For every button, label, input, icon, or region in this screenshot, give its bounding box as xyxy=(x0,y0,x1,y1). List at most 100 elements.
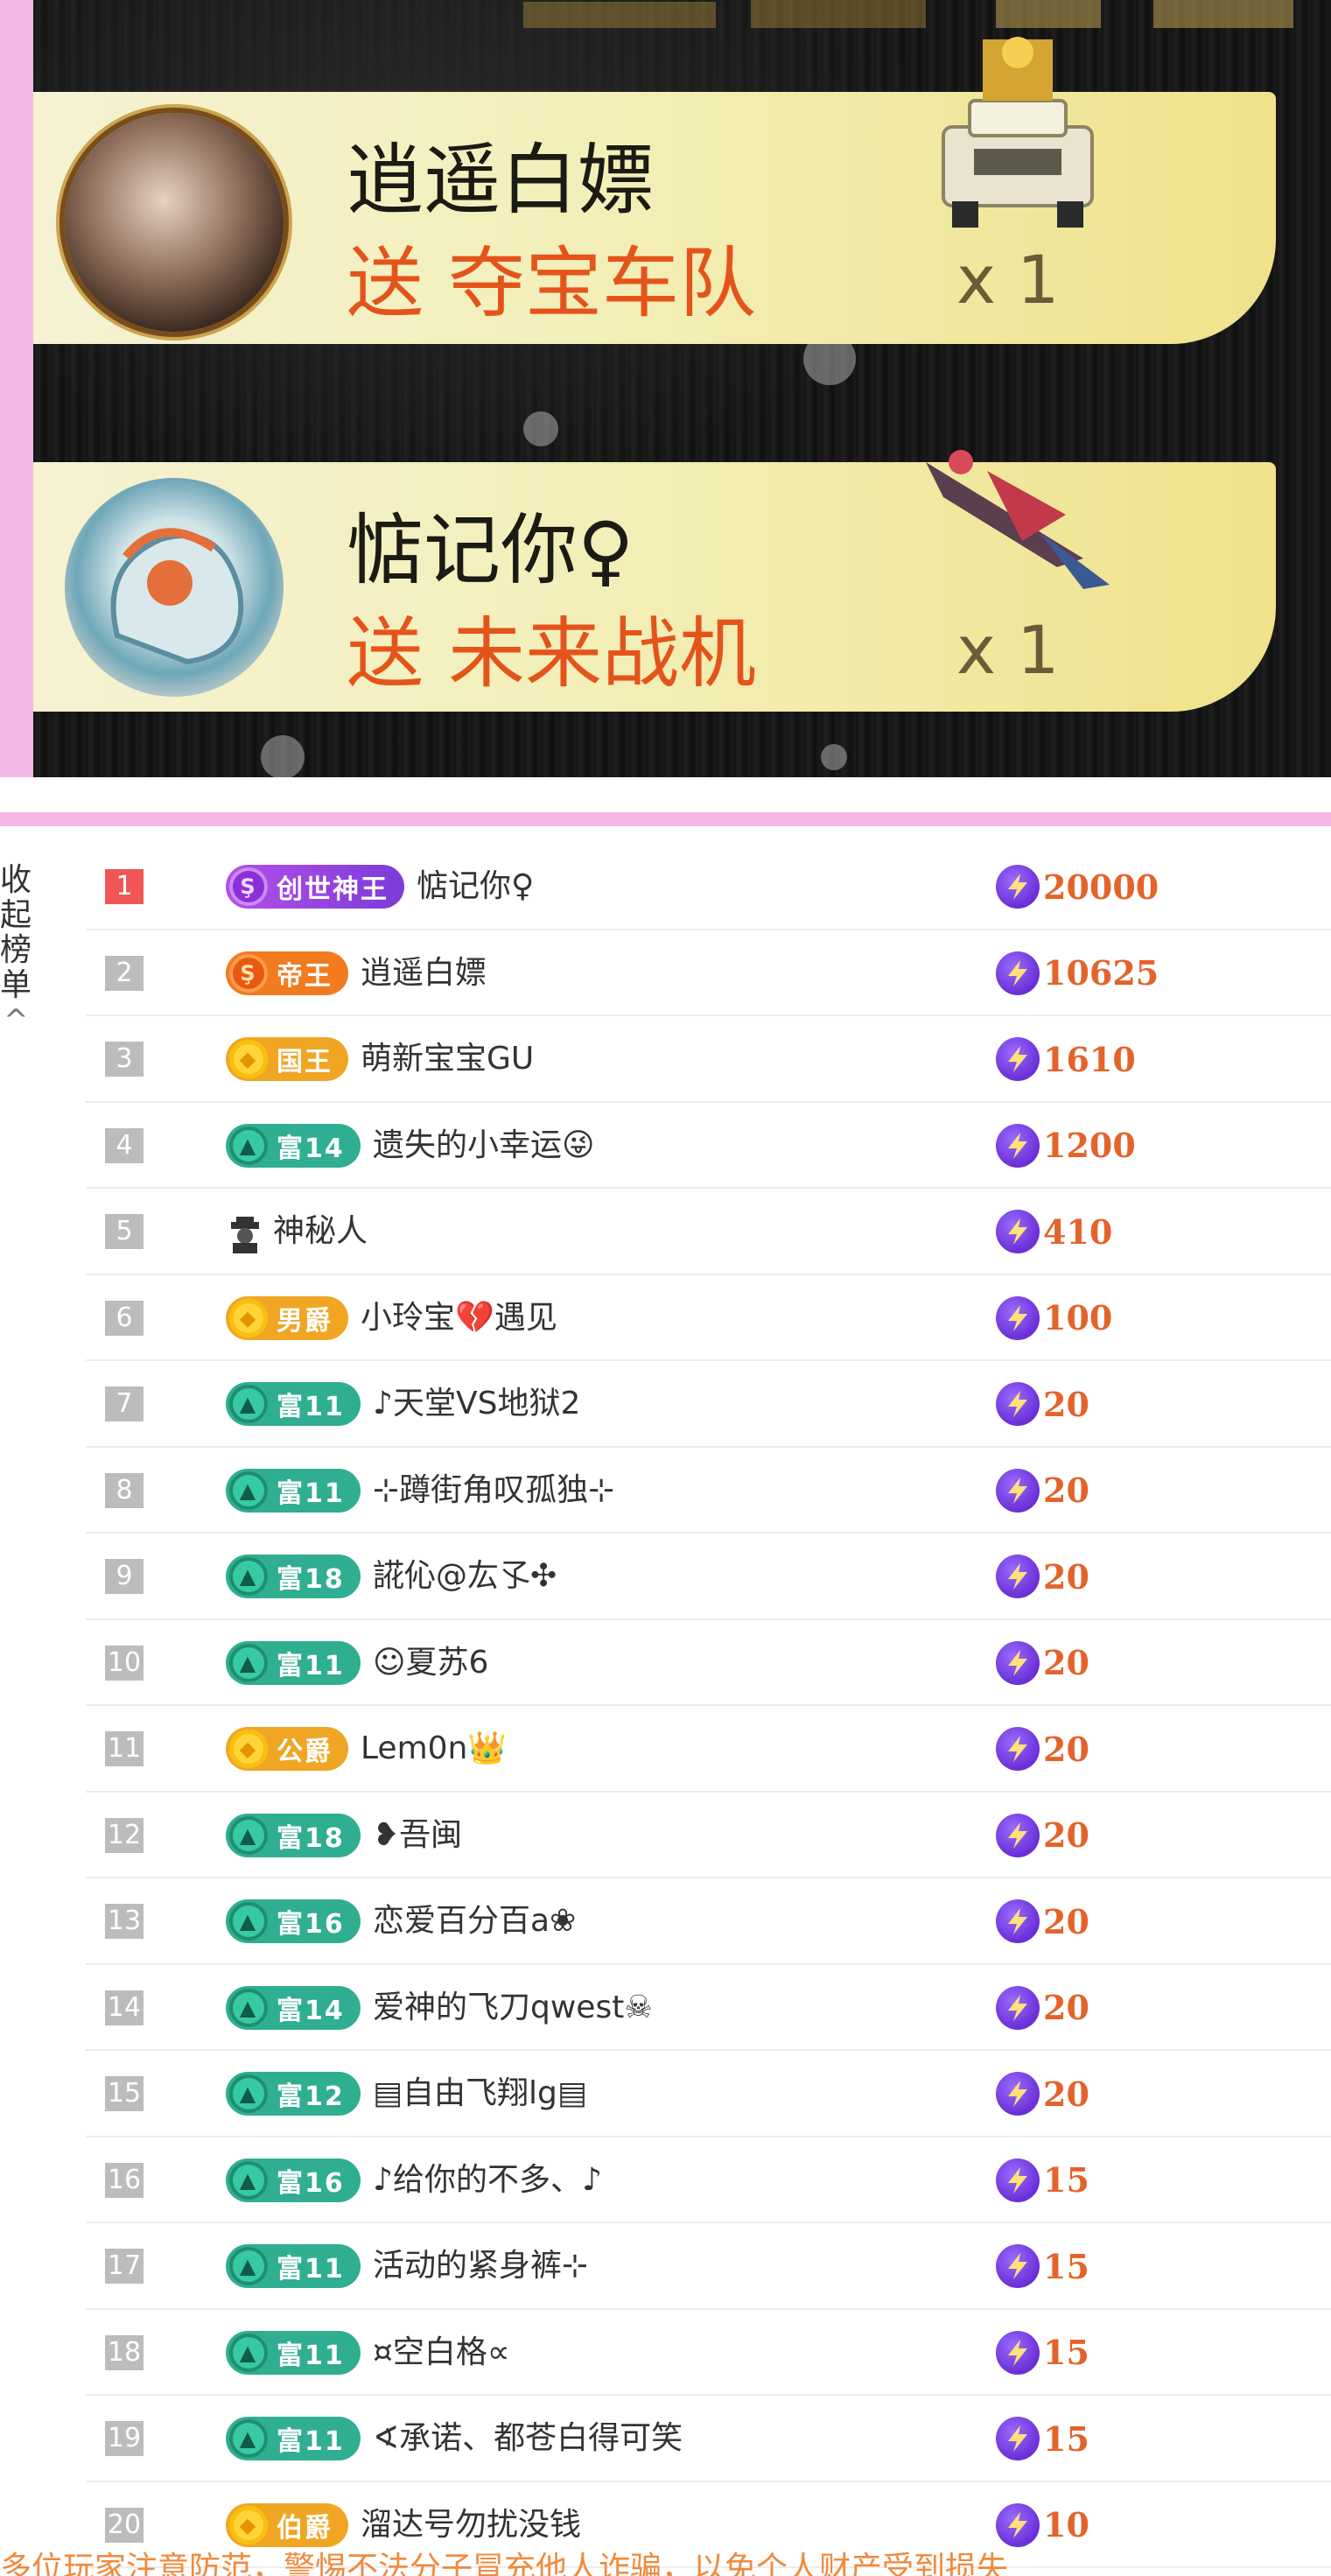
ranking-row[interactable]: 3 ◆ 国王 萌新宝宝GU 1610 xyxy=(86,1016,1331,1103)
ranking-row[interactable]: 12 ▲ 富18 ❥吾闽 20 xyxy=(86,1793,1331,1878)
points-value: 20 xyxy=(1043,2074,1089,2114)
points-value: 1610 xyxy=(1043,1039,1136,1079)
rank-number: 18 xyxy=(105,2334,144,2370)
badge-icon: ▲ xyxy=(229,1815,268,1855)
ranking-row[interactable]: 7 ▲ 富11 ♪天堂VS地狱2 20 xyxy=(86,1361,1331,1448)
divider-bar xyxy=(0,812,1331,826)
rank-number: 12 xyxy=(105,1817,144,1853)
footer-warning: 多位玩家注意防范，警惕不法分子冒充他人诈骗，以免个人财产受到损失 xyxy=(0,2551,1009,2576)
rank-number: 14 xyxy=(105,1990,144,2025)
user-name[interactable]: ☺夏苏6 xyxy=(373,1641,488,1685)
ranking-row[interactable]: 8 ▲ 富11 ⊹蹲街角叹孤独⊹ 20 xyxy=(86,1448,1331,1534)
user-name[interactable]: 誮伈@厷孓✣ xyxy=(373,1555,557,1598)
badge-icon: ▲ xyxy=(229,1988,268,2027)
badge-icon: ▲ xyxy=(229,1643,268,1682)
points-value: 15 xyxy=(1043,2333,1089,2372)
ranking-row[interactable]: 4 ▲ 富14 遗失的小幸运😜 1200 xyxy=(86,1103,1331,1189)
points-value: 20 xyxy=(1043,1470,1089,1510)
badge-icon: ◆ xyxy=(229,1040,268,1078)
points-value: 20 xyxy=(1043,1556,1089,1597)
avatar[interactable] xyxy=(65,113,284,332)
badge-icon: ◆ xyxy=(229,1298,268,1337)
lightning-icon xyxy=(996,2330,1040,2375)
ranking-row[interactable]: 18 ▲ 富11 ¤空白格∝ 15 xyxy=(86,2310,1331,2396)
ranking-row[interactable]: 13 ▲ 富16 恋爱百分百a❀ 20 xyxy=(86,1878,1331,1965)
points: 20 xyxy=(996,1899,1089,1943)
ranking-row[interactable]: 6 ◆ 男爵 小玲宝💔遇见 100 xyxy=(86,1275,1331,1361)
user-name[interactable]: 逍遥白嫖 xyxy=(361,951,487,995)
user-name[interactable]: 恋爱百分百a❀ xyxy=(373,1899,576,1943)
user-name[interactable]: 小玲宝💔遇见 xyxy=(361,1296,557,1340)
ranking-row[interactable]: 1 Ş 创世神王 惦记你♀ 20000 xyxy=(86,844,1331,930)
ranking-row[interactable]: 11 ◆ 公爵 Lem0n👑 20 xyxy=(86,1706,1331,1793)
user-name[interactable]: ∢承诺、都苍白得可笑 xyxy=(373,2417,683,2460)
level-badge: ▲ 富16 xyxy=(226,2158,361,2202)
rank-number: 20 xyxy=(105,2507,144,2543)
points-value: 20 xyxy=(1043,1815,1089,1855)
ranking-row[interactable]: 9 ▲ 富18 誮伈@厷孓✣ 20 xyxy=(86,1534,1331,1620)
user-name[interactable]: 惦记你♀ xyxy=(417,865,534,909)
user-name[interactable]: ⊹蹲街角叹孤独⊹ xyxy=(373,1469,614,1513)
badge-label: 富11 xyxy=(277,1650,345,1681)
ranking-row[interactable]: 10 ▲ 富11 ☺夏苏6 20 xyxy=(86,1620,1331,1706)
gift-count: x 1 xyxy=(956,241,1060,319)
lightning-icon xyxy=(996,1640,1040,1685)
badge-label: 富11 xyxy=(277,2254,345,2285)
rank-number: 8 xyxy=(105,1472,144,1508)
badge-label: 男爵 xyxy=(277,1305,333,1337)
rank-number: 17 xyxy=(105,2249,144,2284)
points: 1610 xyxy=(996,1037,1136,1081)
points: 20 xyxy=(996,1985,1089,2030)
lightning-icon xyxy=(996,1037,1040,1081)
rank-number: 11 xyxy=(105,1731,144,1766)
ranking-row[interactable]: 2 Ş 帝王 逍遥白嫖 10625 xyxy=(86,930,1331,1016)
badge-icon: ▲ xyxy=(229,1385,268,1423)
ranking-row[interactable]: 17 ▲ 富11 活动的紧身裤⊹ 15 xyxy=(86,2223,1331,2310)
user-name[interactable]: 活动的紧身裤⊹ xyxy=(373,2244,588,2288)
lightning-icon xyxy=(996,1813,1040,1857)
ranking-row[interactable]: 19 ▲ 富11 ∢承诺、都苍白得可笑 15 xyxy=(86,2396,1331,2482)
points: 20 xyxy=(996,1813,1089,1857)
level-badge: ▲ 富16 xyxy=(226,1899,361,1943)
badge-label: 富18 xyxy=(277,1822,345,1854)
user-name[interactable]: ♪给你的不多、♪ xyxy=(373,2158,602,2202)
level-badge: ▲ 富12 xyxy=(226,2072,361,2116)
points: 15 xyxy=(996,2417,1089,2460)
avatar[interactable] xyxy=(65,478,284,697)
points: 15 xyxy=(996,2330,1089,2375)
badge-label: 公爵 xyxy=(277,1737,333,1767)
points: 15 xyxy=(996,2158,1089,2202)
user-name[interactable]: 萌新宝宝GU xyxy=(361,1037,534,1081)
points: 1200 xyxy=(996,1123,1136,1168)
points-value: 20 xyxy=(1043,1384,1089,1424)
lightning-icon xyxy=(996,1210,1040,1253)
ranking-row[interactable]: 5 神秘人 410 xyxy=(86,1189,1331,1275)
lightning-icon xyxy=(996,1555,1040,1598)
badge-icon: ▲ xyxy=(229,2160,268,2200)
user-name[interactable]: Lem0n👑 xyxy=(361,1727,507,1771)
gift-action-text: 送 夺宝车队 xyxy=(347,238,756,328)
points-value: 15 xyxy=(1043,2160,1089,2200)
badge-icon: ◆ xyxy=(229,2505,268,2544)
badge-icon: ▲ xyxy=(229,1470,268,1510)
lightning-icon xyxy=(996,2072,1040,2116)
points: 410 xyxy=(996,1210,1112,1253)
user-name[interactable]: ❥吾闽 xyxy=(373,1814,462,1857)
badge-label: 富11 xyxy=(277,1478,345,1509)
ranking-row[interactable]: 14 ▲ 富14 爱神的飞刀qwest☠ 20 xyxy=(86,1965,1331,2051)
user-name[interactable]: ▤自由飞翔lg▤ xyxy=(373,2072,587,2116)
gift-stage: 逍遥白嫖 送 夺宝车队 x 1 惦记你♀ 送 未来战机 x 1 xyxy=(33,0,1331,777)
user-name[interactable]: 溜达号勿扰没钱 xyxy=(361,2503,581,2547)
user-name[interactable]: 遗失的小幸运😜 xyxy=(373,1124,595,1168)
user-name[interactable]: ♪天堂VS地狱2 xyxy=(373,1382,580,1426)
gift-sender-name: 逍遥白嫖 xyxy=(347,135,655,225)
ranking-row[interactable]: 15 ▲ 富12 ▤自由飞翔lg▤ 20 xyxy=(86,2051,1331,2137)
user-name[interactable]: ¤空白格∝ xyxy=(373,2331,510,2375)
ranking-row[interactable]: 16 ▲ 富16 ♪给你的不多、♪ 15 xyxy=(86,2137,1331,2223)
badge-label: 富14 xyxy=(277,1133,345,1164)
collapse-ranking-toggle[interactable]: 收起榜单 ^ xyxy=(0,863,53,1039)
lightning-icon xyxy=(996,2417,1040,2460)
user-name[interactable]: 神秘人 xyxy=(273,1210,368,1253)
level-badge: ◆ 男爵 xyxy=(226,1295,348,1340)
user-name[interactable]: 爱神的飞刀qwest☠ xyxy=(373,1986,653,2030)
